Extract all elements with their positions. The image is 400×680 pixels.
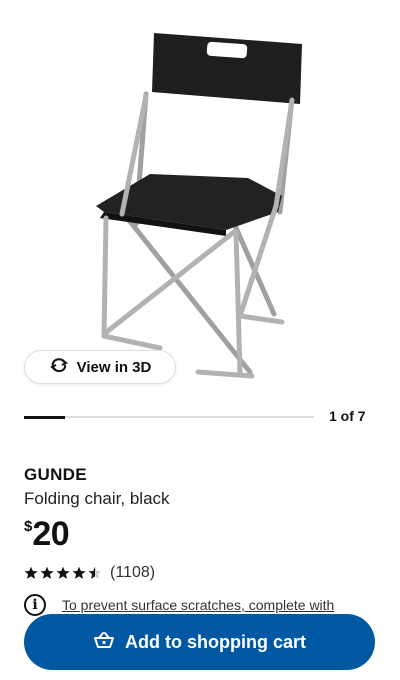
star-icon xyxy=(24,566,38,579)
star-icon xyxy=(40,566,54,579)
product-info-note[interactable]: i To prevent surface scratches, complete… xyxy=(24,594,334,616)
view-in-3d-label: View in 3D xyxy=(76,358,152,376)
info-icon: i xyxy=(24,594,46,616)
review-count: (1108) xyxy=(110,564,156,581)
product-description: Folding chair, black xyxy=(24,489,170,508)
shopping-basket-icon xyxy=(93,631,115,654)
info-text[interactable]: To prevent surface scratches, complete w… xyxy=(62,597,334,613)
rotate-3d-icon xyxy=(49,357,69,377)
product-name: GUNDE xyxy=(24,465,87,484)
product-price: $ 20 xyxy=(24,514,70,554)
folding-chair-image xyxy=(96,33,302,379)
product-image[interactable] xyxy=(0,0,400,390)
rating-stars xyxy=(24,566,102,580)
add-to-cart-label: Add to shopping cart xyxy=(125,631,306,652)
star-icon xyxy=(72,566,86,579)
view-in-3d-button[interactable]: View in 3D xyxy=(24,350,176,384)
currency-symbol: $ xyxy=(24,518,33,535)
star-icon xyxy=(88,566,102,579)
star-icon xyxy=(56,566,70,579)
price-amount: 20 xyxy=(32,515,70,553)
product-rating[interactable]: (1108) xyxy=(24,564,155,582)
gallery-progress[interactable] xyxy=(24,415,314,419)
gallery-progress-fill xyxy=(24,415,66,419)
gallery-pager: 1 of 7 xyxy=(329,408,366,424)
add-to-cart-button[interactable]: Add to shopping cart xyxy=(24,614,375,670)
